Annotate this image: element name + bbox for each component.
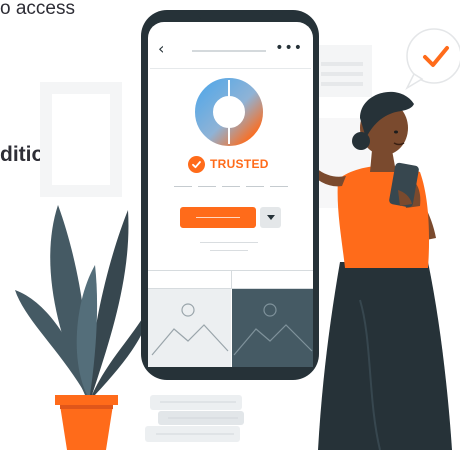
- background-panel: [312, 45, 372, 97]
- caret-down-icon: [266, 215, 275, 220]
- trusted-label: TRUSTED: [210, 157, 269, 171]
- caption-line: [210, 250, 248, 251]
- placeholder-dash: [222, 186, 240, 187]
- placeholder-dash: [246, 186, 264, 187]
- speech-bubble-check-icon: [405, 28, 460, 90]
- chevron-left-icon[interactable]: ‹: [158, 39, 164, 58]
- image-placeholder-icon: [151, 303, 229, 356]
- button-label-placeholder: [196, 217, 240, 218]
- background-frame-inner: [52, 94, 110, 185]
- placeholder-dash: [198, 186, 216, 187]
- primary-action-button[interactable]: [180, 207, 256, 228]
- image-thumbnail[interactable]: [232, 289, 313, 367]
- trust-donut-chart: [195, 78, 263, 146]
- trusted-badge: TRUSTED: [188, 154, 269, 174]
- image-placeholder-icon: [233, 303, 313, 356]
- phone-notch: [197, 10, 273, 20]
- check-icon: [188, 155, 205, 173]
- caption-line: [200, 242, 258, 243]
- dropdown-button[interactable]: [260, 207, 281, 228]
- potted-plant: [15, 205, 152, 450]
- placeholder-dash: [174, 186, 192, 187]
- phone-header: ‹ •••: [148, 38, 313, 66]
- grid-divider: [231, 270, 232, 289]
- placeholder-dash: [270, 186, 288, 187]
- image-thumbnail[interactable]: [148, 289, 232, 367]
- books-stack: [145, 395, 244, 442]
- header-title-placeholder: [192, 50, 266, 52]
- more-horizontal-icon[interactable]: •••: [275, 40, 303, 56]
- header-divider: [150, 68, 311, 69]
